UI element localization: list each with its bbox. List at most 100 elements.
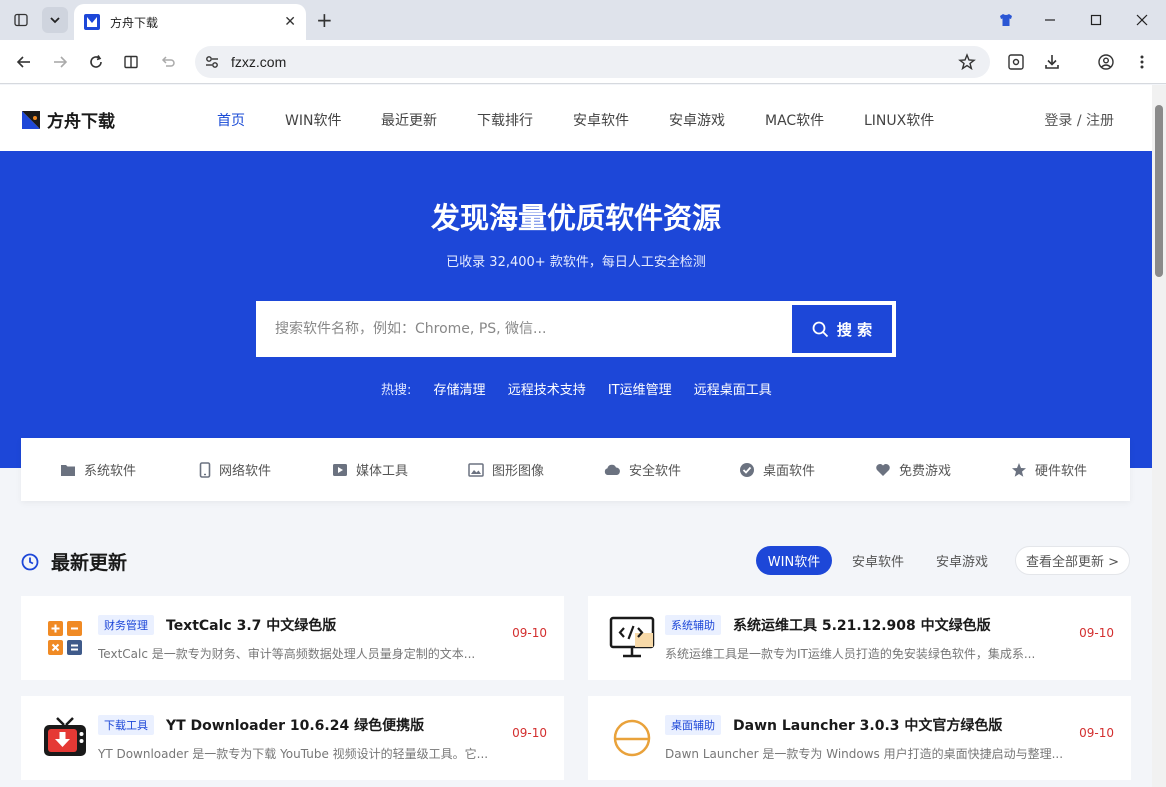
bookmark-star-icon[interactable] xyxy=(958,53,976,75)
login-register-link[interactable]: 登录 / 注册 xyxy=(1044,110,1114,130)
logo-mark-icon xyxy=(22,110,40,129)
site-header: 方舟下载 首页 WIN软件 最近更新 下载排行 安卓软件 安卓游戏 MAC软件 … xyxy=(0,85,1152,151)
hot-item[interactable]: 存储清理 xyxy=(434,383,486,398)
nav-win[interactable]: WIN软件 xyxy=(285,110,341,130)
address-bar[interactable]: fzxz.com xyxy=(195,46,990,78)
category-label: 硬件软件 xyxy=(1035,464,1088,479)
download-icon[interactable] xyxy=(1039,49,1065,75)
update-date: 09-10 xyxy=(1079,626,1114,640)
reload-icon[interactable] xyxy=(83,49,109,75)
tab-title: 方舟下载 xyxy=(110,15,159,30)
menu-kebab-icon[interactable] xyxy=(1129,49,1155,75)
site-logo[interactable]: 方舟下载 xyxy=(21,107,115,132)
update-date: 09-10 xyxy=(512,626,547,640)
site-settings-icon[interactable] xyxy=(203,53,221,75)
tv-download-icon xyxy=(39,712,91,764)
software-title[interactable]: 系统运维工具 5.21.12.908 中文绿色版 xyxy=(733,615,991,635)
software-card[interactable]: 桌面辅助 Dawn Launcher 3.0.3 中文官方绿色版 Dawn La… xyxy=(588,696,1131,780)
search-box: 搜 索 xyxy=(256,301,896,357)
software-title[interactable]: YT Downloader 10.6.24 绿色便携版 xyxy=(166,715,424,735)
update-date: 09-10 xyxy=(512,726,547,740)
software-card[interactable]: 系统辅助 系统运维工具 5.21.12.908 中文绿色版 系统运维工具是一款专… xyxy=(588,596,1131,680)
folder-icon xyxy=(61,464,75,476)
tab-close-icon[interactable]: ✕ xyxy=(284,14,296,30)
star-icon xyxy=(1012,462,1026,477)
category-desktop[interactable]: 桌面软件 xyxy=(739,460,815,479)
logo-text: 方舟下载 xyxy=(47,112,115,132)
nav-recent[interactable]: 最近更新 xyxy=(381,110,437,130)
mobile-icon xyxy=(199,461,211,478)
account-icon[interactable] xyxy=(1093,49,1119,75)
cloud-icon xyxy=(604,464,620,475)
play-icon xyxy=(333,463,347,476)
nav-mac[interactable]: MAC软件 xyxy=(765,110,824,130)
nav-linux[interactable]: LINUX软件 xyxy=(864,110,934,130)
view-all-button[interactable]: 查看全部更新 > xyxy=(1015,546,1130,575)
image-icon xyxy=(468,462,484,477)
nav-android-games[interactable]: 安卓游戏 xyxy=(669,110,725,130)
undo-icon[interactable] xyxy=(155,49,181,75)
category-badge: 桌面辅助 xyxy=(665,715,721,735)
maximize-icon[interactable] xyxy=(1073,0,1119,40)
browser-tab[interactable]: 方舟下载 ✕ xyxy=(74,4,306,40)
software-desc: Dawn Launcher 是一款专为 Windows 用户打造的桌面快捷启动与… xyxy=(665,747,1064,761)
software-desc: TextCalc 是一款专为财务、审计等高频数据处理人员量身定制的文本... xyxy=(98,647,476,661)
category-label: 系统软件 xyxy=(84,464,137,479)
tab-win[interactable]: WIN软件 xyxy=(756,546,832,575)
hot-item[interactable]: IT运维管理 xyxy=(608,383,672,398)
latest-section-header: 最新更新 xyxy=(21,548,127,575)
category-system[interactable]: 系统软件 xyxy=(60,460,136,479)
reading-mode-icon[interactable] xyxy=(118,49,144,75)
category-badge: 下载工具 xyxy=(98,715,154,735)
search-button[interactable]: 搜 索 xyxy=(792,305,892,353)
tab-sidebar-icon[interactable] xyxy=(8,7,34,33)
software-title[interactable]: TextCalc 3.7 中文绿色版 xyxy=(166,615,336,635)
forward-icon[interactable] xyxy=(47,49,73,75)
category-label: 桌面软件 xyxy=(763,464,816,479)
search-input[interactable] xyxy=(256,301,786,357)
category-bar: 系统软件 网络软件 媒体工具 图形图像 安全软件 桌面软件 免费游戏 硬件软件 xyxy=(21,438,1130,501)
category-games[interactable]: 免费游戏 xyxy=(875,460,951,479)
category-graphics[interactable]: 图形图像 xyxy=(468,460,544,479)
category-media[interactable]: 媒体工具 xyxy=(332,460,408,479)
nav-ranking[interactable]: 下载排行 xyxy=(477,110,533,130)
tab-android-apps[interactable]: 安卓软件 xyxy=(840,546,916,575)
favicon-icon xyxy=(84,14,100,30)
section-title: 最新更新 xyxy=(51,552,128,574)
extensions-icon[interactable] xyxy=(1003,49,1029,75)
page-viewport: 方舟下载 首页 WIN软件 最近更新 下载排行 安卓软件 安卓游戏 MAC软件 … xyxy=(0,85,1152,787)
tab-android-games[interactable]: 安卓游戏 xyxy=(924,546,1000,575)
software-card[interactable]: 财务管理 TextCalc 3.7 中文绿色版 TextCalc 是一款专为财务… xyxy=(21,596,564,680)
sunrise-icon xyxy=(606,712,658,764)
clock-icon xyxy=(21,553,39,570)
category-security[interactable]: 安全软件 xyxy=(603,460,681,479)
search-icon xyxy=(812,321,829,337)
category-hardware[interactable]: 硬件软件 xyxy=(1011,460,1087,479)
hot-item[interactable]: 远程桌面工具 xyxy=(694,383,772,398)
category-network[interactable]: 网络软件 xyxy=(199,460,271,479)
hero-title: 发现海量优质软件资源 xyxy=(430,201,721,235)
category-label: 网络软件 xyxy=(219,464,272,479)
check-circle-icon xyxy=(740,462,754,477)
browser-tabbar: 方舟下载 ✕ + xyxy=(0,0,1166,40)
software-desc: 系统运维工具是一款专为IT运维人员打造的免安装绿色软件，集成系... xyxy=(665,647,1036,661)
minimize-icon[interactable] xyxy=(1027,0,1073,40)
hot-item[interactable]: 远程技术支持 xyxy=(508,383,586,398)
new-tab-icon[interactable]: + xyxy=(316,8,333,32)
back-icon[interactable] xyxy=(11,49,37,75)
heart-icon xyxy=(876,463,890,476)
page-scrollbar[interactable] xyxy=(1152,85,1166,787)
software-desc: YT Downloader 是一款专为下载 YouTube 视频设计的轻量级工具… xyxy=(98,747,489,761)
category-label: 免费游戏 xyxy=(899,464,952,479)
browser-toolbar: fzxz.com xyxy=(0,40,1166,84)
nav-android-apps[interactable]: 安卓软件 xyxy=(573,110,629,130)
scrollbar-thumb[interactable] xyxy=(1155,105,1163,277)
calculator-icon xyxy=(39,612,91,664)
software-card[interactable]: 下载工具 YT Downloader 10.6.24 绿色便携版 YT Down… xyxy=(21,696,564,780)
nav-home[interactable]: 首页 xyxy=(217,110,245,130)
software-title[interactable]: Dawn Launcher 3.0.3 中文官方绿色版 xyxy=(733,715,1002,735)
search-button-label: 搜 索 xyxy=(836,320,873,339)
tab-search-chevron-icon[interactable] xyxy=(42,7,68,33)
close-window-icon[interactable] xyxy=(1119,0,1165,40)
profile-shirt-icon[interactable] xyxy=(983,0,1029,40)
